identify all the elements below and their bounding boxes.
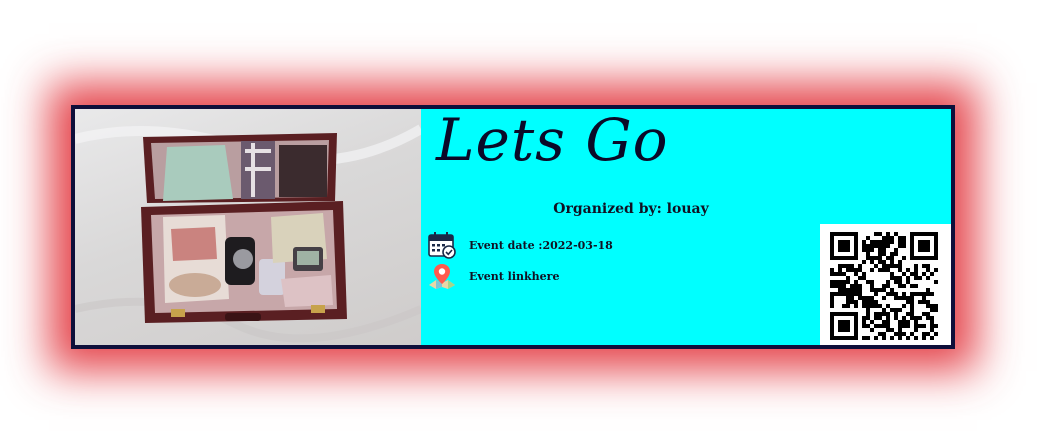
event-date-row: Event date :2022-03-18 [427,230,613,260]
event-card: Lets Go Organized by: louay Event date :… [71,105,955,349]
calendar-check-icon [427,230,457,260]
event-link-text[interactable]: Event linkhere [469,270,559,283]
event-title: Lets Go [436,106,669,174]
event-qr-code [820,224,951,345]
event-cover-image [75,109,421,345]
organizer-label: Organized by: louay [553,201,709,217]
event-date-text: Event date :2022-03-18 [469,238,613,252]
map-location-pin-icon [427,261,457,291]
event-link-row[interactable]: Event linkhere [427,261,559,291]
